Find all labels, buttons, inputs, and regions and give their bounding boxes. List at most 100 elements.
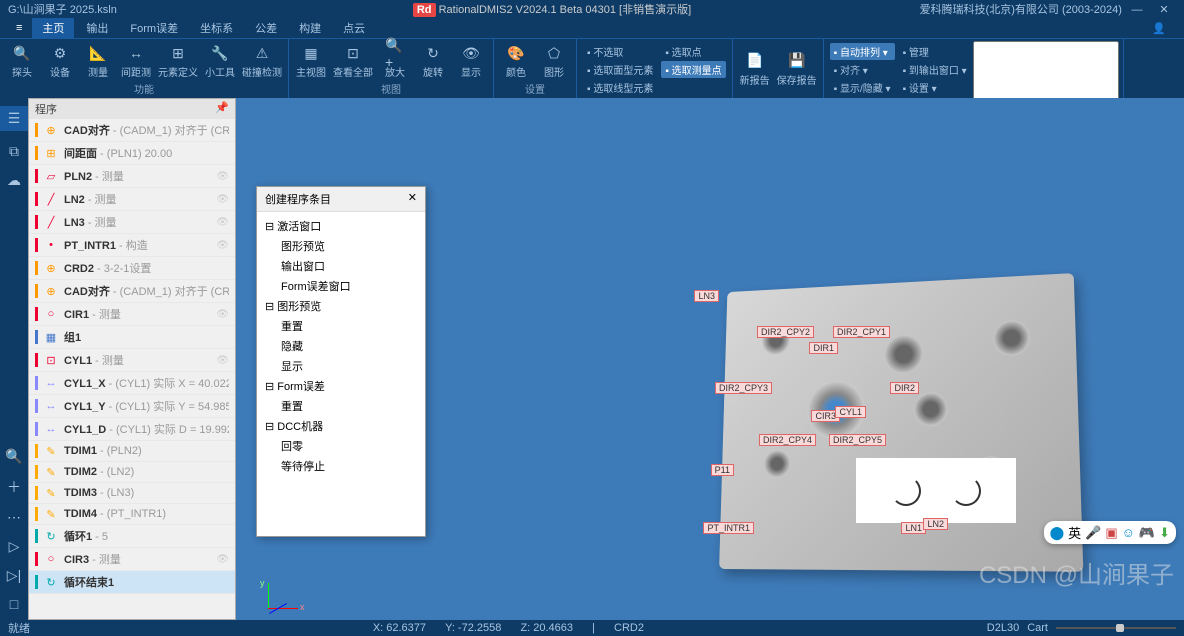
program-item[interactable]: ↻循环结束1 (29, 571, 235, 594)
left-sidebar: ☰ ⧉ ☁ 🔍 ＋ ⋯ ▷ ▷| □ (0, 98, 28, 620)
program-item[interactable]: ✎TDIM2 - (LN2) (29, 462, 235, 483)
program-item[interactable]: ↔CYL1_D - (CYL1) 实际 D = 19.9929 (29, 418, 235, 441)
ribbon: 🔍探头⚙设备📐测量↔间距测⊞元素定义🔧小工具⚠碰撞检测 功能 ▦主视图⊡查看全部… (0, 38, 1184, 98)
help-icon[interactable]: 👤 (1142, 20, 1176, 37)
ribbon-btn[interactable]: 🔍探头 (4, 41, 40, 81)
program-item[interactable]: ⊕CAD对齐 - (CADM_1) 对齐于 (CRD1) (29, 119, 235, 142)
tag[interactable]: LN1 (901, 522, 926, 534)
program-item[interactable]: ↔CYL1_Y - (CYL1) 实际 Y = 54.9853 (29, 395, 235, 418)
ribbon-btn[interactable]: ⊡查看全部 (331, 41, 375, 81)
ribbon-btn[interactable]: ⊞元素定义 (156, 41, 200, 81)
close-button[interactable]: ✕ (1152, 3, 1176, 16)
ribbon-btn[interactable]: 🎨颜色 (498, 41, 534, 81)
ime-toolbar[interactable]: ⬤英🎤▣☺🎮⬇ (1044, 521, 1176, 544)
program-item[interactable]: ╱LN3 - 测量👁 (29, 211, 235, 234)
sidebar-step-icon[interactable]: ▷| (7, 567, 21, 584)
ribbon-btn[interactable]: ⚠碰撞检测 (240, 41, 284, 81)
ribbon-btn[interactable]: ⚙设备 (42, 41, 78, 81)
tab-cloud[interactable]: 点云 (333, 18, 375, 38)
program-item[interactable]: •PT_INTR1 - 构造👁 (29, 234, 235, 257)
tag[interactable]: CYL1 (835, 406, 866, 418)
tag[interactable]: P11 (711, 464, 734, 476)
tag[interactable]: DIR2_CPY2 (757, 326, 814, 338)
tree-node[interactable]: ⊟ 图形预览 (265, 296, 417, 316)
tab-output[interactable]: 输出 (76, 18, 118, 38)
ribbon-btn[interactable]: 👁显示 (453, 41, 489, 81)
program-item[interactable]: ✎TDIM4 - (PT_INTR1) (29, 504, 235, 525)
ribbon-btn[interactable]: ↔间距测 (118, 41, 154, 81)
tab-home[interactable]: 主页 (32, 18, 74, 38)
tree-node[interactable]: 重置 (265, 316, 417, 336)
ribbon-btn[interactable]: 📐测量 (80, 41, 116, 81)
ribbon-btn[interactable]: 🔧小工具 (202, 41, 238, 81)
program-item[interactable]: ▦组1 (29, 326, 235, 349)
tree-node[interactable]: 回零 (265, 436, 417, 456)
viewport-3d[interactable]: 创建程序条目 ✕ ⊟ 激活窗口图形预览输出窗口Form误差窗口⊟ 图形预览重置隐… (236, 98, 1184, 620)
tab-build[interactable]: 构建 (289, 18, 331, 38)
status-coords: X: 62.6377 Y: -72.2558 Z: 20.4663 | CRD2 (365, 622, 652, 634)
program-item[interactable]: ╱LN2 - 测量👁 (29, 188, 235, 211)
tag[interactable]: DIR2 (890, 382, 919, 394)
group-label: 功能 (4, 81, 284, 96)
ribbon-btn[interactable]: 📄新报告 (737, 41, 773, 96)
ribbon-btn[interactable]: 🔍+放大 (377, 41, 413, 81)
tag[interactable]: DIR1 (809, 342, 838, 354)
status-bar: 就绪 X: 62.6377 Y: -72.2558 Z: 20.4663 | C… (0, 620, 1184, 636)
tag[interactable]: DIR2_CPY4 (759, 434, 816, 446)
program-item[interactable]: ⊞间距面 - (PLN1) 20.00 (29, 142, 235, 165)
popup-tree[interactable]: ⊟ 激活窗口图形预览输出窗口Form误差窗口⊟ 图形预览重置隐藏显示⊟ Form… (257, 212, 425, 536)
tab-form[interactable]: Form误差 (120, 18, 188, 38)
sidebar-dots-icon[interactable]: ⋯ (7, 509, 21, 526)
tag[interactable]: LN3 (694, 290, 719, 302)
tree-node[interactable]: 等待停止 (265, 456, 417, 476)
program-item[interactable]: ↻循环1 - 5 (29, 525, 235, 548)
program-item[interactable]: ✎TDIM1 - (PLN2) (29, 441, 235, 462)
sidebar-play-icon[interactable]: ▷ (9, 538, 20, 555)
ribbon-btn[interactable]: 💾保存报告 (775, 41, 819, 96)
program-item[interactable]: ✎TDIM3 - (LN3) (29, 483, 235, 504)
tree-node[interactable]: Form误差窗口 (265, 276, 417, 296)
ribbon-btn[interactable]: ↻旋转 (415, 41, 451, 81)
tree-node[interactable]: 图形预览 (265, 236, 417, 256)
tree-node[interactable]: 隐藏 (265, 336, 417, 356)
sidebar-search-icon[interactable]: 🔍 (5, 448, 22, 465)
program-item[interactable]: ▱PLN2 - 测量👁 (29, 165, 235, 188)
panel-title: 程序 (35, 101, 57, 117)
sidebar-program-icon[interactable]: ☰ (0, 106, 28, 131)
tree-node[interactable]: ⊟ DCC机器 (265, 416, 417, 436)
tree-node[interactable]: ⊟ 激活窗口 (265, 216, 417, 236)
tag[interactable]: LN2 (923, 518, 948, 530)
sidebar-cloud-icon[interactable]: ☁ (7, 172, 21, 189)
tag[interactable]: DIR2_CPY1 (833, 326, 890, 338)
tree-node[interactable]: ⊟ Form误差 (265, 376, 417, 396)
sidebar-tree-icon[interactable]: ⧉ (9, 143, 19, 160)
panel-pin-icon[interactable]: 📌 (215, 101, 229, 117)
tag[interactable]: DIR2_CPY5 (829, 434, 886, 446)
ribbon-btn[interactable]: ▦主视图 (293, 41, 329, 81)
popup-title: 创建程序条目 (265, 191, 331, 207)
tree-node[interactable]: 输出窗口 (265, 256, 417, 276)
program-item[interactable]: ⊕CAD对齐 - (CADM_1) 对齐于 (CRD2) (29, 280, 235, 303)
ribbon-btn[interactable]: ⬠图形 (536, 41, 572, 81)
popup-close-icon[interactable]: ✕ (408, 191, 417, 207)
tab-coord[interactable]: 坐标系 (190, 18, 243, 38)
tab-tol[interactable]: 公差 (245, 18, 287, 38)
tag[interactable]: DIR2_CPY3 (715, 382, 772, 394)
program-item[interactable]: ○CIR3 - 测量👁 (29, 548, 235, 571)
program-item[interactable]: ⊡CYL1 - 测量👁 (29, 349, 235, 372)
tree-node[interactable]: 显示 (265, 356, 417, 376)
status-ready: 就绪 (8, 620, 30, 636)
program-item[interactable]: ⊕CRD2 - 3-2-1设置 (29, 257, 235, 280)
sidebar-add-icon[interactable]: ＋ (7, 477, 21, 497)
program-item[interactable]: ↔CYL1_X - (CYL1) 实际 X = 40.0223 (29, 372, 235, 395)
tag[interactable]: PT_INTR1 (703, 522, 754, 534)
tree-node[interactable]: 重置 (265, 396, 417, 416)
program-item[interactable]: ○CIR1 - 测量👁 (29, 303, 235, 326)
sidebar-stop-icon[interactable]: □ (10, 596, 18, 612)
hamburger-icon[interactable]: ≡ (8, 22, 30, 34)
program-list[interactable]: ⊕CAD对齐 - (CADM_1) 对齐于 (CRD1)⊞间距面 - (PLN1… (29, 119, 235, 619)
minimize-button[interactable]: — (1125, 4, 1149, 16)
zoom-slider[interactable] (1056, 627, 1176, 629)
menu-bar: ≡ 主页 输出 Form误差 坐标系 公差 构建 点云 👤 (0, 18, 1184, 38)
app-title: Rd RationalDMIS2 V2024.1 Beta 04301 [非销售… (208, 1, 896, 17)
